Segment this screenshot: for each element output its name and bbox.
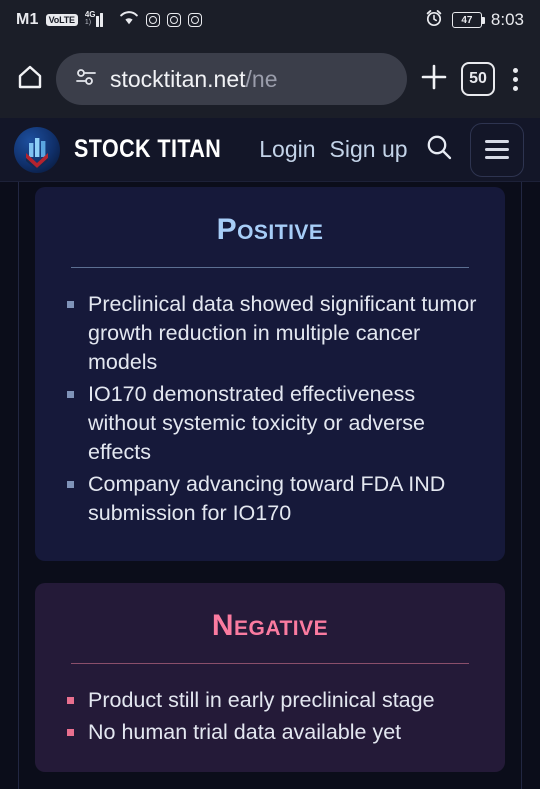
list-item: Preclinical data showed significant tumo…: [63, 290, 477, 377]
list-item: Company advancing toward FDA IND submiss…: [63, 470, 477, 528]
stock-titan-logo-icon[interactable]: [14, 126, 60, 173]
url-path: /ne: [245, 65, 278, 92]
plus-icon[interactable]: [417, 60, 451, 99]
battery-percent-label: 47: [461, 14, 473, 26]
list-item: No human trial data available yet: [63, 718, 477, 747]
page-content: Positive Preclinical data showed signifi…: [0, 182, 540, 789]
signup-link[interactable]: Sign up: [330, 136, 408, 163]
phone-screen: M1 VoLTE 4G 1) 47 8:03 stocktitan.net/ne…: [0, 0, 540, 789]
list-item: IO170 demonstrated effectiveness without…: [63, 380, 477, 467]
hamburger-menu-icon[interactable]: [469, 122, 524, 177]
network-sub-label: 1): [84, 19, 92, 26]
list-item: Product still in early preclinical stage: [63, 686, 477, 715]
positive-card-divider: [71, 267, 469, 268]
browser-toolbar: stocktitan.net/ne 50: [0, 40, 540, 118]
url-text[interactable]: stocktitan.net/ne: [110, 66, 278, 93]
content-left-border: [18, 182, 19, 789]
positive-card: Positive Preclinical data showed signifi…: [35, 187, 505, 561]
volte-badge: VoLTE: [45, 14, 78, 26]
site-header: STOCK TITAN Login Sign up: [0, 118, 540, 182]
negative-card-title: Negative: [211, 609, 329, 642]
clock-label: 8:03: [490, 10, 524, 29]
instagram-icon: [188, 13, 203, 27]
alarm-clock-icon: [425, 9, 443, 32]
signal-strength-icon: 4G 1): [84, 10, 113, 27]
login-link[interactable]: Login: [259, 136, 315, 163]
wifi-icon: [119, 10, 139, 31]
battery-icon: 47: [451, 12, 485, 28]
negative-points-list: Product still in early preclinical stage…: [63, 686, 477, 747]
network-type-label: 4G: [84, 10, 96, 19]
content-right-border: [521, 182, 522, 789]
positive-card-title: Positive: [216, 213, 324, 246]
home-icon[interactable]: [14, 61, 46, 98]
tab-count-label: 50: [469, 70, 487, 87]
negative-card: Negative Product still in early preclini…: [35, 583, 505, 772]
instagram-icon: [167, 13, 182, 27]
tune-sliders-icon[interactable]: [74, 67, 98, 92]
url-host: stocktitan.net: [110, 65, 246, 92]
brand-name[interactable]: STOCK TITAN: [74, 135, 221, 164]
kebab-menu-icon[interactable]: [505, 64, 526, 95]
status-bar-left: M1 VoLTE 4G 1): [16, 10, 203, 31]
negative-card-divider: [71, 663, 469, 664]
instagram-icon: [146, 13, 161, 27]
url-bar[interactable]: stocktitan.net/ne: [56, 53, 407, 105]
tab-counter-button[interactable]: 50: [461, 62, 495, 96]
status-bar: M1 VoLTE 4G 1) 47 8:03: [0, 0, 540, 40]
carrier-label: M1: [16, 11, 39, 28]
search-icon[interactable]: [422, 130, 456, 169]
positive-points-list: Preclinical data showed significant tumo…: [63, 290, 477, 528]
status-bar-right: 47 8:03: [425, 9, 524, 32]
